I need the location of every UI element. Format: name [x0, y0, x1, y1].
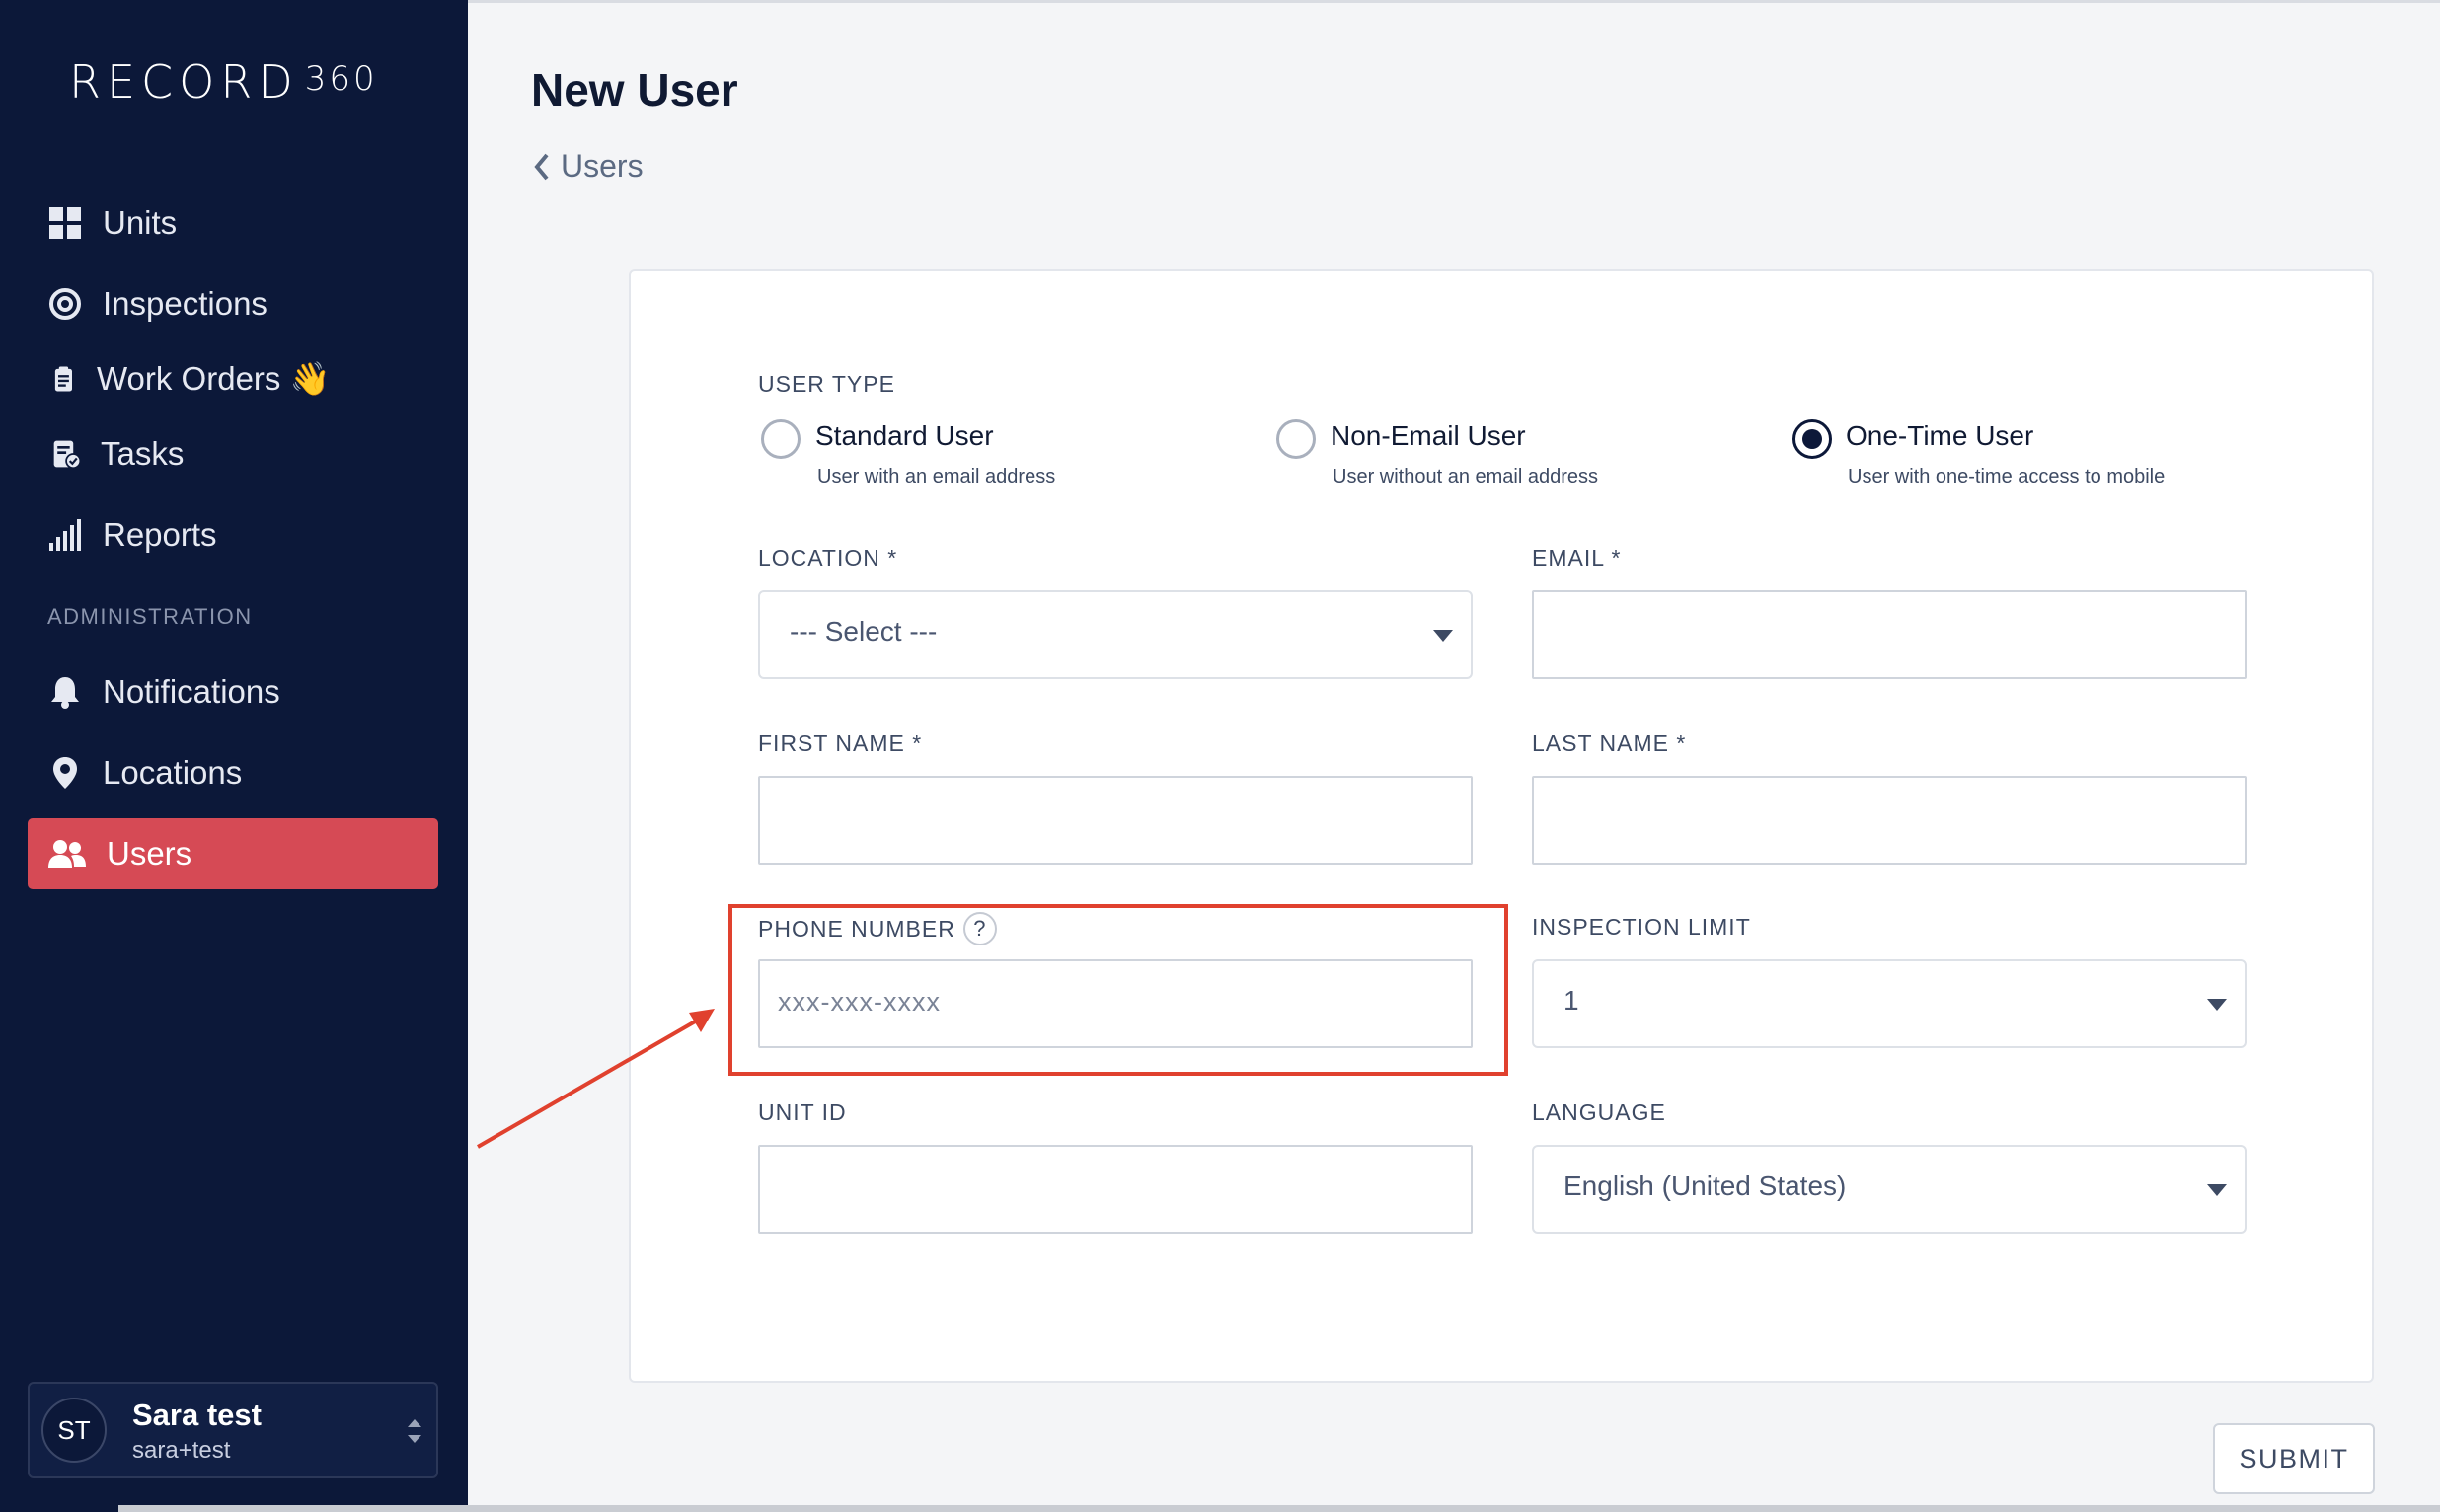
unit-id-label: UNIT ID — [758, 1099, 847, 1125]
bar-chart-icon — [49, 519, 81, 551]
radio-title: One-Time User — [1846, 420, 2034, 451]
user-account-switcher[interactable]: ST Sara test sara+test — [28, 1382, 438, 1478]
inspection-limit-value: 1 — [1563, 985, 1579, 1016]
nav-item-tasks[interactable]: Tasks — [28, 418, 438, 490]
location-select[interactable]: --- Select --- — [758, 590, 1473, 679]
nav-item-locations[interactable]: Locations — [28, 737, 438, 808]
radio-one-time-user[interactable] — [1792, 419, 1832, 459]
radio-desc: User without an email address — [1333, 466, 1599, 488]
inspection-limit-label: INSPECTION LIMIT — [1532, 914, 1751, 940]
sidebar: RECORD 360 Units Inspections Work Orders … — [0, 0, 468, 1512]
nav-label: Notifications — [103, 673, 280, 710]
email-field[interactable] — [1532, 590, 2247, 679]
nav-item-work-orders[interactable]: Work Orders 👋 — [28, 343, 438, 415]
nav-item-notifications[interactable]: Notifications — [28, 656, 438, 727]
radio-desc: User with one-time access to mobile — [1848, 466, 2166, 488]
caret-down-icon — [2207, 1184, 2227, 1196]
avatar: ST — [41, 1398, 107, 1463]
user-email: sara+test — [132, 1437, 231, 1464]
nav-label: Users — [107, 835, 192, 871]
map-pin-icon — [53, 757, 77, 789]
language-select[interactable]: English (United States) — [1532, 1145, 2247, 1234]
location-value: --- Select --- — [790, 616, 938, 646]
app-logo[interactable]: RECORD 360 — [69, 55, 378, 109]
user-name: Sara test — [132, 1398, 262, 1432]
admin-heading: ADMINISTRATION — [47, 604, 253, 629]
last-name-field[interactable] — [1532, 776, 2247, 865]
bell-icon — [51, 677, 79, 709]
clipboard-icon — [54, 366, 72, 392]
nav-item-units[interactable]: Units — [28, 188, 438, 259]
unit-id-field[interactable] — [758, 1145, 1473, 1234]
caret-down-icon — [2207, 999, 2227, 1011]
radio-title: Standard User — [815, 420, 994, 451]
last-name-label: LAST NAME * — [1532, 730, 1687, 756]
nav-label: Units — [103, 204, 178, 241]
nav-item-inspections[interactable]: Inspections — [28, 268, 438, 340]
nav-label: Locations — [103, 754, 243, 791]
nav-label: Inspections — [103, 285, 267, 322]
task-check-icon — [53, 440, 82, 470]
users-icon — [48, 840, 86, 868]
caret-down-icon — [1433, 630, 1453, 642]
target-icon — [49, 288, 81, 320]
back-link[interactable]: Users — [531, 148, 644, 185]
nav-item-users[interactable]: Users — [28, 818, 438, 889]
first-name-field[interactable] — [758, 776, 1473, 865]
radio-standard-user[interactable] — [761, 419, 801, 459]
chevron-left-icon — [534, 153, 549, 180]
top-divider — [468, 0, 2440, 3]
email-label: EMAIL * — [1532, 545, 1622, 570]
nav-label: Reports — [103, 516, 217, 553]
nav-label: Work Orders 👋 — [97, 359, 331, 397]
chevron-up-down-icon — [408, 1419, 421, 1443]
window-bottom-bar — [118, 1505, 2440, 1512]
first-name-label: FIRST NAME * — [758, 730, 923, 756]
language-label: LANGUAGE — [1532, 1099, 1666, 1125]
nav-label: Tasks — [101, 435, 185, 472]
language-value: English (United States) — [1563, 1171, 1847, 1201]
location-label: LOCATION * — [758, 545, 898, 570]
submit-button[interactable]: SUBMIT — [2213, 1423, 2375, 1494]
user-type-label: USER TYPE — [758, 371, 895, 397]
radio-non-email-user[interactable] — [1276, 419, 1316, 459]
logo-text: RECORD — [69, 55, 299, 109]
logo-number: 360 — [304, 59, 378, 99]
annotation-highlight-box — [728, 904, 1508, 1076]
back-link-label: Users — [561, 148, 644, 184]
nav-item-reports[interactable]: Reports — [28, 499, 438, 570]
radio-title: Non-Email User — [1331, 420, 1526, 451]
grid-icon — [49, 207, 81, 239]
radio-desc: User with an email address — [817, 466, 1056, 488]
inspection-limit-select[interactable]: 1 — [1532, 959, 2247, 1048]
page-title: New User — [531, 64, 738, 115]
